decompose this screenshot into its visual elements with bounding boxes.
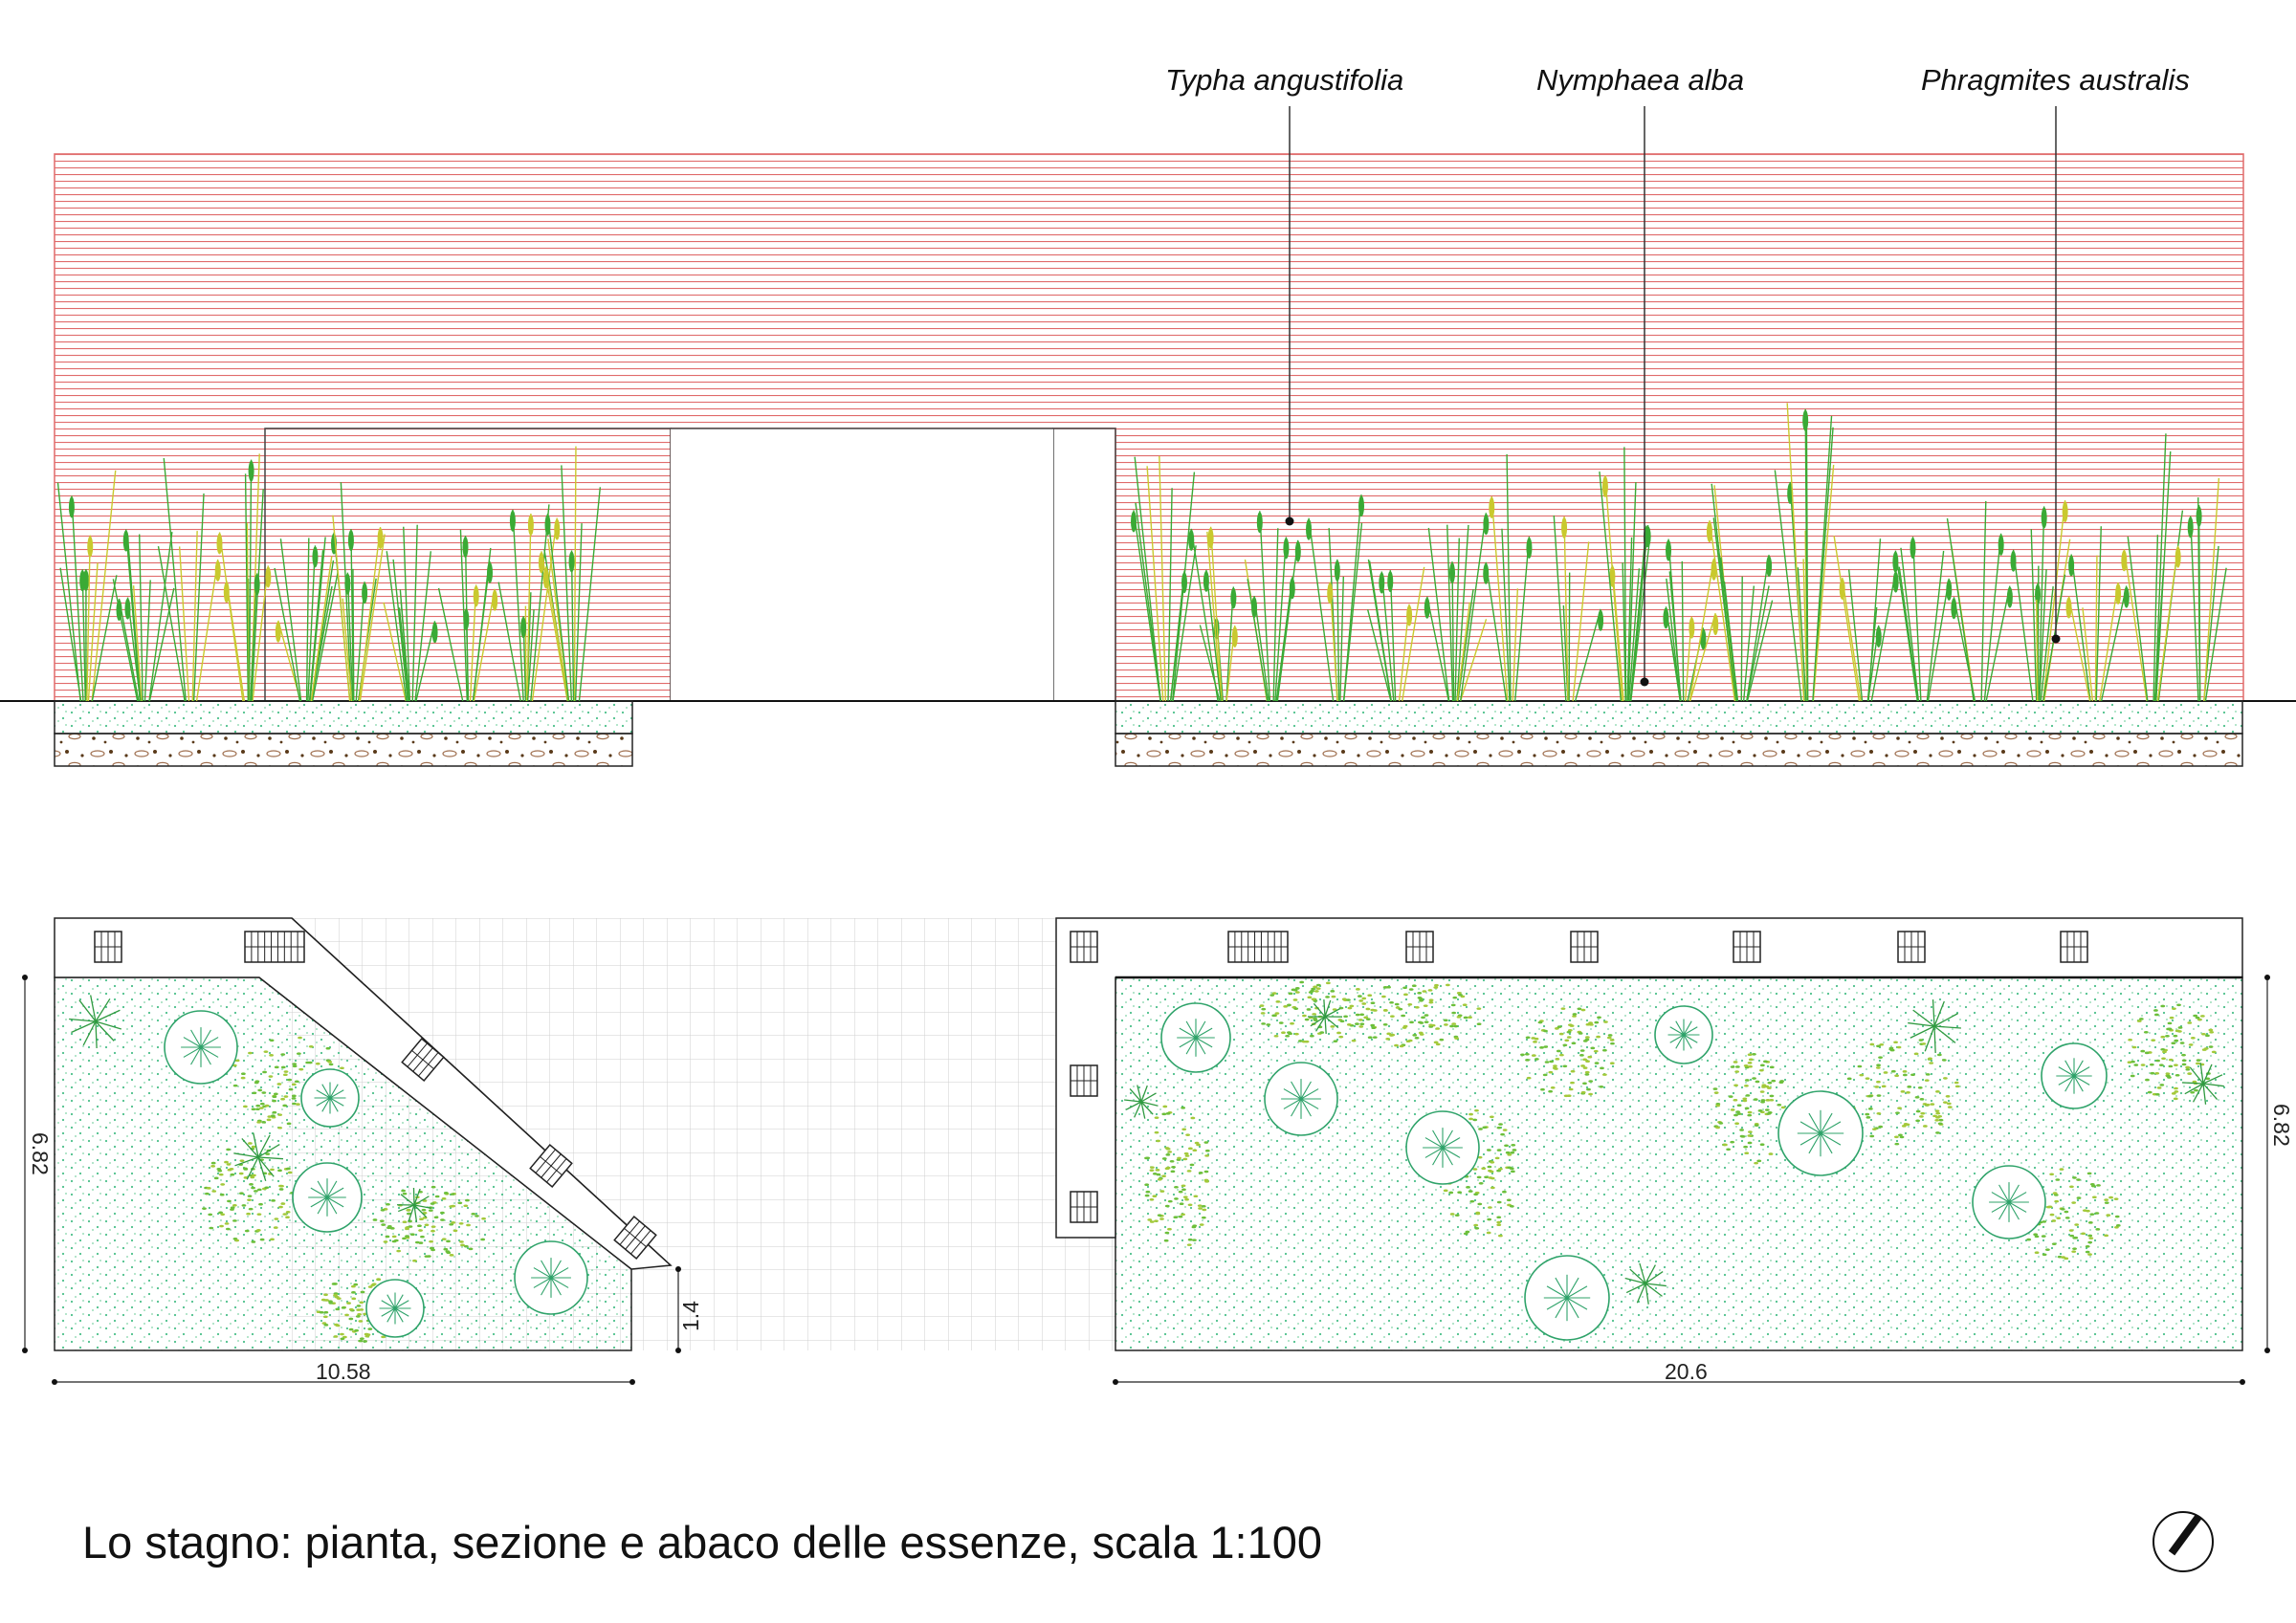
bench-icon bbox=[94, 931, 122, 963]
water-lily-icon bbox=[1777, 1090, 1864, 1176]
svg-text:10.58: 10.58 bbox=[316, 1359, 371, 1384]
pond-drawing: Typha angustifolia Nymphaea alba Phragmi… bbox=[0, 63, 2296, 1572]
gravel-basin-right bbox=[1115, 733, 2243, 767]
bench-icon bbox=[1405, 931, 1434, 963]
dimension-right-width: 20.6 bbox=[1113, 1359, 2245, 1385]
water-basin-right bbox=[1115, 700, 2243, 735]
plan-view: 10.58 6.82 1.4 20.6 6.82 bbox=[22, 917, 2294, 1385]
water-lily-icon bbox=[1160, 1002, 1231, 1073]
bench-icon bbox=[244, 931, 305, 963]
water-lily-icon bbox=[2041, 1042, 2108, 1109]
water-basin-left bbox=[54, 700, 633, 735]
bench-icon bbox=[1227, 931, 1289, 963]
svg-text:Phragmites australis: Phragmites australis bbox=[1921, 63, 2190, 97]
bench-icon bbox=[2060, 931, 2088, 963]
svg-text:Typha angustifolia: Typha angustifolia bbox=[1165, 63, 1403, 97]
water-lily-icon bbox=[514, 1240, 588, 1315]
drawing-caption: Lo stagno: pianta, sezione e abaco delle… bbox=[82, 1517, 1323, 1568]
north-arrow-icon bbox=[2152, 1511, 2214, 1572]
gravel-basin-left bbox=[54, 733, 633, 767]
bench-icon bbox=[1070, 931, 1098, 963]
dimension-left-height: 6.82 bbox=[22, 975, 53, 1353]
bench-icon bbox=[1733, 931, 1761, 963]
water-lily-icon bbox=[292, 1162, 363, 1233]
water-lily-icon bbox=[1524, 1255, 1610, 1341]
water-lily-icon bbox=[365, 1279, 425, 1338]
svg-text:6.82: 6.82 bbox=[28, 1132, 53, 1175]
inner-frame-right bbox=[1052, 428, 1116, 702]
water-lily-icon bbox=[1654, 1005, 1713, 1064]
dimension-left-width: 10.58 bbox=[52, 1359, 635, 1385]
water-lily-icon bbox=[300, 1068, 360, 1128]
bench-icon bbox=[1070, 1064, 1098, 1097]
svg-text:6.82: 6.82 bbox=[2269, 1104, 2294, 1147]
bench-icon bbox=[1570, 931, 1599, 963]
door-opening bbox=[671, 428, 1053, 701]
section-view: Typha angustifolia Nymphaea alba Phragmi… bbox=[0, 63, 2296, 767]
water-lily-icon bbox=[1972, 1165, 2046, 1239]
svg-text:1.4: 1.4 bbox=[678, 1301, 703, 1331]
water-lily-icon bbox=[1264, 1062, 1338, 1136]
water-lily-icon bbox=[164, 1010, 238, 1085]
bench-icon bbox=[1897, 931, 1926, 963]
svg-text:20.6: 20.6 bbox=[1665, 1359, 1708, 1384]
svg-text:Nymphaea alba: Nymphaea alba bbox=[1536, 63, 1744, 97]
dimension-right-height: 6.82 bbox=[2264, 975, 2294, 1353]
bench-icon bbox=[1070, 1191, 1098, 1223]
water-lily-icon bbox=[1405, 1110, 1480, 1185]
